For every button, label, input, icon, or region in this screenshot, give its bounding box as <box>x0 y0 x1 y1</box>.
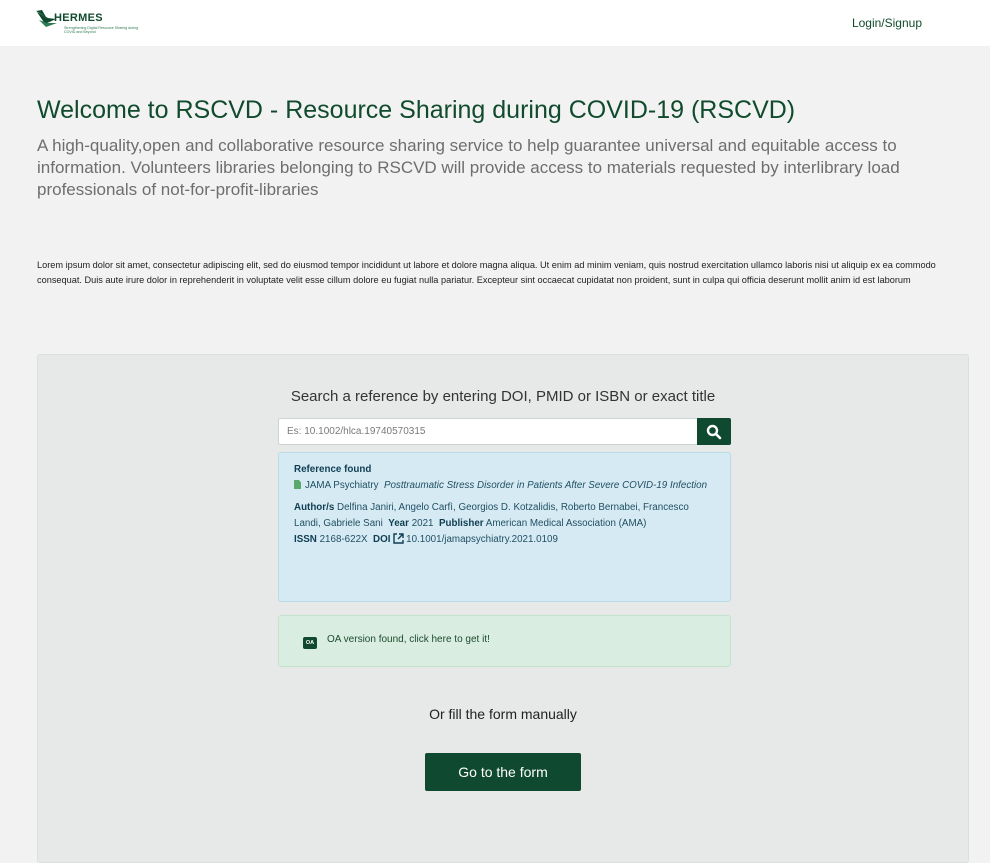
reference-details: Author/s Delfina Janiri, Angelo Carfì, G… <box>294 500 715 532</box>
go-to-form-button[interactable]: Go to the form <box>425 753 581 791</box>
issn-label: ISSN <box>294 534 317 545</box>
top-navbar: HERMES Strengthening Digital Resource Sh… <box>0 0 990 46</box>
search-panel: Search a reference by entering DOI, PMID… <box>37 354 969 863</box>
publisher-value: American Medical Association (AMA) <box>485 518 647 529</box>
search-label: Search a reference by entering DOI, PMID… <box>290 388 716 405</box>
external-link-icon[interactable] <box>393 533 404 544</box>
oa-badge-icon: OA <box>303 637 317 649</box>
reference-title-line: JAMA Psychiatry Posttraumatic Stress Dis… <box>294 478 715 494</box>
logo-tagline: Strengthening Digital Resource Sharing d… <box>64 26 139 34</box>
hermes-logo[interactable]: HERMES Strengthening Digital Resource Sh… <box>36 10 146 38</box>
year-value: 2021 <box>411 518 434 529</box>
year-label: Year <box>388 518 409 529</box>
publisher-label: Publisher <box>438 518 484 529</box>
search-button[interactable] <box>697 418 731 445</box>
oa-version-text[interactable]: OA version found, click here to get it! <box>327 634 490 645</box>
login-signup-link[interactable]: Login/Signup <box>852 16 922 30</box>
manual-form-label: Or fill the form manually <box>429 706 577 722</box>
authors-label: Author/s <box>294 502 335 513</box>
oa-version-alert[interactable]: OA OA version found, click here to get i… <box>278 615 731 667</box>
article-title: Posttraumatic Stress Disorder in Patient… <box>383 480 708 491</box>
intro-paragraph: Lorem ipsum dolor sit amet, consectetur … <box>37 260 936 285</box>
reference-found-card: Reference found JAMA Psychiatry Posttrau… <box>278 452 731 602</box>
search-icon <box>706 424 722 440</box>
issn-value: 2168-622X <box>319 534 368 545</box>
doi-label: DOI <box>373 534 391 545</box>
page-title: Welcome to RSCVD - Resource Sharing duri… <box>37 96 796 124</box>
reference-found-heading: Reference found <box>294 464 372 475</box>
document-icon <box>294 480 301 489</box>
page-subtitle: A high-quality,open and collaborative re… <box>37 136 900 199</box>
reference-identifiers: ISSN 2168-622X DOI 10.1001/jamapsychiatr… <box>294 532 715 548</box>
journal-name: JAMA Psychiatry <box>305 480 379 491</box>
doi-link[interactable]: 10.1001/jamapsychiatry.2021.0109 <box>406 534 558 545</box>
logo-text: HERMES <box>54 12 103 24</box>
search-input[interactable] <box>278 418 698 445</box>
